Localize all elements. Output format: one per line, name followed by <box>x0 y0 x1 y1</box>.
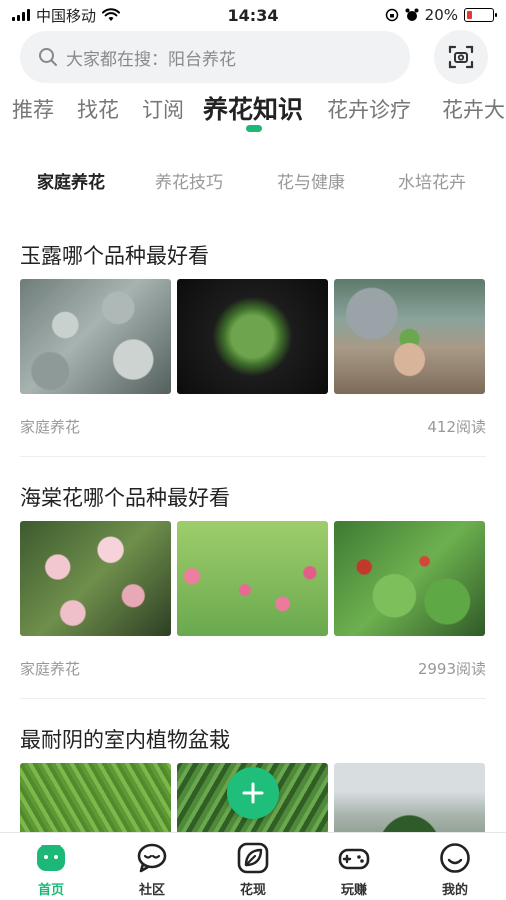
nav-discover[interactable]: 花现 <box>223 841 283 898</box>
nav-discover-label: 花现 <box>239 883 266 898</box>
tab-flower-clinic[interactable]: 花卉诊疗 <box>327 94 411 124</box>
nav-play-earn-label: 玩赚 <box>340 883 367 898</box>
plus-icon <box>242 782 264 804</box>
tab-flower-knowledge[interactable]: 养花知识 <box>203 90 303 126</box>
search-input[interactable]: 大家都在搜：阳台养花 <box>20 31 410 83</box>
article-card[interactable]: 玉露哪个品种最好看 家庭养花 412阅读 <box>20 240 486 457</box>
subtab-hydroponics[interactable]: 水培花卉 <box>398 168 466 193</box>
battery-percent: 20% <box>424 6 458 24</box>
nav-play-earn[interactable]: 玩赚 <box>324 841 384 898</box>
article-images <box>20 521 485 636</box>
leaf-icon <box>237 842 269 874</box>
active-tab-indicator <box>246 125 262 132</box>
chat-icon <box>137 843 167 873</box>
bottom-nav: 首页 社区 花现 玩赚 我的 <box>0 832 506 900</box>
tab-find-flowers[interactable]: 找花 <box>77 94 119 124</box>
divider <box>20 698 486 699</box>
article-reads: 2993阅读 <box>417 660 486 678</box>
search-icon <box>39 48 57 66</box>
nav-home-label: 首页 <box>37 883 64 898</box>
article-reads: 412阅读 <box>427 418 486 436</box>
article-image-begonia <box>334 521 485 636</box>
nav-home[interactable]: 首页 <box>21 841 81 898</box>
article-image-succulent-garden <box>334 279 485 394</box>
article-category: 家庭养花 <box>20 660 81 678</box>
nav-profile-label: 我的 <box>441 883 468 898</box>
article-image-crabapple-blossoms <box>20 521 171 636</box>
subtab-gardening-tips[interactable]: 养花技巧 <box>155 168 223 193</box>
battery-level <box>467 11 472 19</box>
tab-flower-more[interactable]: 花卉大 <box>442 94 505 124</box>
alarm-icon <box>405 8 419 21</box>
article-title: 海棠花哪个品种最好看 <box>20 486 230 510</box>
article-image-indoor-plant <box>334 763 485 832</box>
wifi-icon <box>102 8 121 21</box>
status-bar: 中国移动 14:34 20% <box>0 0 506 30</box>
sub-tabs: 家庭养花 养花技巧 花与健康 水培花卉 <box>0 168 506 194</box>
smiley-icon <box>440 843 470 873</box>
article-images <box>20 279 485 394</box>
nav-community[interactable]: 社区 <box>122 841 182 898</box>
article-image-haworthia-closeup <box>20 279 171 394</box>
rotation-lock-icon <box>385 8 398 22</box>
signal-icon <box>12 9 30 21</box>
article-image-haworthia-pot <box>177 279 328 394</box>
nav-community-label: 社区 <box>138 883 165 898</box>
home-icon <box>37 845 65 871</box>
search-placeholder: 大家都在搜：阳台养花 <box>66 49 236 70</box>
tab-subscriptions[interactable]: 订阅 <box>142 94 184 124</box>
carrier-label: 中国移动 <box>36 6 97 25</box>
clock: 14:34 <box>227 5 279 25</box>
article-image-fern <box>20 763 171 832</box>
scan-button[interactable] <box>434 30 488 84</box>
subtab-home-gardening[interactable]: 家庭养花 <box>37 168 105 193</box>
article-title: 玉露哪个品种最好看 <box>20 244 209 268</box>
battery-icon <box>464 8 497 22</box>
article-title: 最耐阴的室内植物盆栽 <box>20 728 230 752</box>
tab-recommend[interactable]: 推荐 <box>12 94 54 124</box>
subtab-flowers-health[interactable]: 花与健康 <box>277 168 345 193</box>
article-category: 家庭养花 <box>20 418 81 436</box>
gamepad-icon <box>338 848 370 870</box>
scan-camera-icon <box>448 45 474 69</box>
article-image-pink-buds <box>177 521 328 636</box>
add-post-button[interactable] <box>227 767 279 819</box>
search-row: 大家都在搜：阳台养花 <box>20 30 488 84</box>
divider <box>20 456 486 457</box>
nav-profile[interactable]: 我的 <box>425 841 485 898</box>
article-card[interactable]: 海棠花哪个品种最好看 家庭养花 2993阅读 <box>20 482 486 699</box>
